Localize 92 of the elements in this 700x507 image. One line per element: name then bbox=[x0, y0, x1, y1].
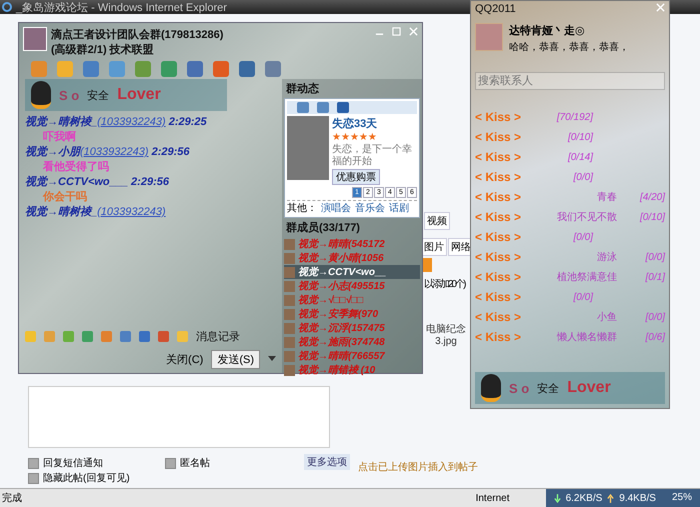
signature-text[interactable]: 哈哈，恭喜，恭喜，恭喜， bbox=[509, 40, 629, 54]
download-speed: 6.2KB/S bbox=[566, 492, 602, 504]
option-checkbox[interactable]: 回复短信通知 bbox=[28, 456, 164, 470]
more-options-button[interactable]: 更多选项 bbox=[304, 454, 350, 470]
message-header: 视觉→小朋(1033932243) 2:29:56 bbox=[25, 145, 190, 160]
toolbar-icon[interactable] bbox=[265, 61, 281, 77]
editor-area[interactable] bbox=[28, 386, 330, 448]
section-title: 群动态 bbox=[285, 82, 320, 97]
message-text: 看他受得了吗 bbox=[42, 160, 110, 175]
group-subtitle: (高级群2/1) 技术联盟 bbox=[51, 42, 155, 57]
chat-tool-icon[interactable] bbox=[139, 330, 150, 342]
message-header: 视觉→晴树祾_(1033932243) bbox=[25, 205, 167, 220]
member-avatar bbox=[284, 252, 295, 264]
option-checkbox[interactable]: 隐藏此帖(回复可见) bbox=[28, 471, 164, 485]
browser-logo-icon bbox=[2, 2, 12, 12]
upload-bar[interactable] bbox=[422, 258, 432, 272]
toolbar-icon[interactable] bbox=[161, 61, 177, 77]
message-text: 你会干吗 bbox=[42, 190, 88, 205]
tab-icon[interactable] bbox=[337, 102, 349, 113]
zone-text: Internet bbox=[476, 492, 510, 504]
toolbar-icon[interactable] bbox=[187, 61, 203, 77]
chat-tool-icon[interactable] bbox=[177, 330, 188, 342]
buy-ticket-button[interactable]: 优惠购票 bbox=[332, 169, 380, 185]
member-avatar bbox=[284, 294, 295, 306]
category-link[interactable]: 音乐会 bbox=[355, 201, 385, 215]
file-thumbnail[interactable]: 电脑纪念3.jpg bbox=[425, 322, 467, 347]
member-avatar bbox=[284, 308, 295, 320]
logo-text: 安全 bbox=[87, 88, 110, 102]
member-avatar bbox=[284, 336, 295, 348]
poster-placeholder bbox=[287, 116, 329, 180]
upload-speed: 9.4KB/S bbox=[619, 492, 656, 504]
chat-tool-icon[interactable] bbox=[101, 330, 112, 342]
option-checkbox[interactable]: 匿名帖 bbox=[165, 456, 245, 470]
close-icon[interactable] bbox=[656, 3, 665, 12]
status-text: 完成 bbox=[1, 492, 22, 505]
add-hint: 以添加20个) bbox=[424, 278, 464, 291]
toolbar-icon[interactable] bbox=[83, 61, 99, 77]
chat-tool-icon[interactable] bbox=[25, 330, 36, 342]
message-header: 视觉→CCTV<wo___ 2:29:56 bbox=[25, 175, 170, 190]
chat-tool-icon[interactable] bbox=[120, 330, 131, 342]
toolbar-icon[interactable] bbox=[135, 61, 151, 77]
nickname[interactable]: 达特肯娅丶走◎ bbox=[509, 23, 629, 38]
message-text: 吓我啊 bbox=[42, 130, 77, 145]
close-icon[interactable] bbox=[409, 27, 418, 36]
chat-tool-icon[interactable] bbox=[63, 330, 74, 342]
app-title: QQ2011 bbox=[475, 3, 516, 17]
movie-title[interactable]: 失恋33天 bbox=[332, 116, 417, 131]
chat-tool-icon[interactable] bbox=[158, 330, 169, 342]
group-title: 滴点王者设计团队会群(179813286) bbox=[51, 28, 224, 42]
logo-text: S o bbox=[509, 380, 530, 396]
chat-tool-icon[interactable] bbox=[82, 330, 93, 342]
member-item[interactable]: 视觉→CCTV<wo__ bbox=[284, 265, 420, 279]
logo-text: S o bbox=[59, 88, 80, 102]
logo-text: Lover bbox=[567, 379, 611, 397]
upload-tip[interactable]: 点击已上传图片插入到帖子 bbox=[358, 460, 478, 474]
toolbar-icon[interactable] bbox=[213, 61, 229, 77]
group-avatar bbox=[23, 27, 47, 51]
zoom-level[interactable]: 25% bbox=[664, 489, 700, 507]
penguin-icon bbox=[481, 374, 501, 402]
member-avatar bbox=[284, 350, 295, 362]
member-avatar bbox=[284, 280, 295, 292]
toolbar-icon[interactable] bbox=[57, 61, 73, 77]
image-tab[interactable]: 图片 bbox=[421, 238, 447, 256]
upload-arrow-icon bbox=[607, 494, 614, 502]
member-avatar bbox=[284, 364, 295, 376]
user-avatar bbox=[475, 23, 503, 51]
message-header: 视觉→晴树祾_(1033932243) 2:29:25 bbox=[25, 115, 208, 130]
message-history-button[interactable]: 消息记录 bbox=[196, 328, 240, 344]
star-rating: ★★★★★ bbox=[332, 132, 378, 143]
video-tab[interactable]: 视频 bbox=[424, 212, 450, 230]
movie-blurb: 失恋，是下一个幸福的开始 bbox=[332, 144, 413, 168]
member-avatar bbox=[284, 266, 295, 278]
logo-text: 安全 bbox=[537, 382, 560, 396]
download-arrow-icon bbox=[554, 494, 561, 502]
tab-icon[interactable] bbox=[317, 102, 329, 113]
category-link[interactable]: 演唱会 bbox=[321, 201, 351, 215]
tab-icon[interactable] bbox=[297, 102, 309, 113]
member-list-title: 群成员(33/177) bbox=[285, 220, 361, 236]
category-link[interactable]: 话剧 bbox=[389, 201, 409, 215]
maximize-icon[interactable] bbox=[392, 27, 401, 36]
send-button[interactable]: 发送(S) bbox=[211, 350, 260, 368]
window-title: _象岛游戏论坛 - Windows Internet Explorer bbox=[16, 0, 227, 14]
member-avatar bbox=[284, 238, 295, 250]
logo-text: Lover bbox=[117, 86, 161, 104]
penguin-icon bbox=[31, 81, 51, 109]
close-button[interactable]: 关闭(C) bbox=[166, 352, 204, 366]
caret-icon[interactable] bbox=[268, 356, 276, 362]
toolbar-icon[interactable] bbox=[239, 61, 255, 77]
toolbar-icon[interactable] bbox=[109, 61, 125, 77]
chat-tool-icon[interactable] bbox=[44, 330, 55, 342]
member-avatar bbox=[284, 322, 295, 334]
other-label: 其他： bbox=[287, 202, 317, 215]
